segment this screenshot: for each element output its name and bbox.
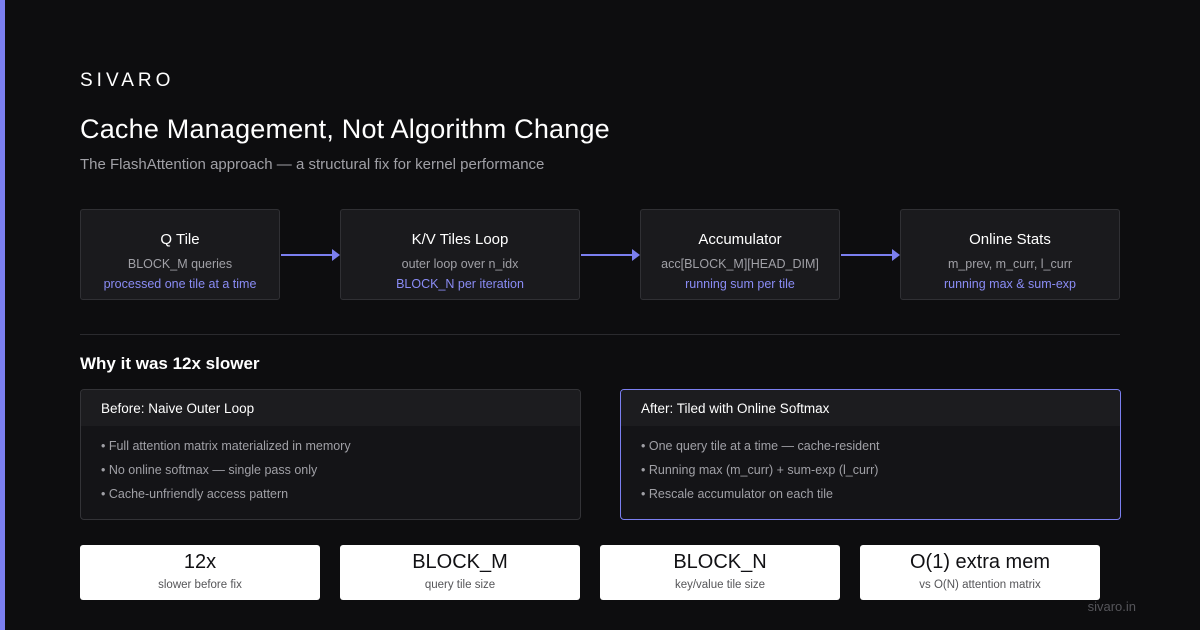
stat-label: vs O(N) attention matrix: [919, 579, 1041, 591]
stat-card-slowdown: 12x slower before fix: [80, 545, 320, 600]
stat-value: O(1) extra mem: [909, 551, 1051, 573]
flow-box-title: Online Stats: [969, 231, 1051, 248]
list-item: • Rescale accumulator on each tile: [641, 487, 833, 501]
after-panel-heading: After: Tiled with Online Softmax: [621, 390, 1120, 426]
after-list: • One query tile at a time — cache-resid…: [621, 426, 1120, 508]
flow-box-note: BLOCK_N per iteration: [396, 277, 524, 291]
list-item: • Full attention matrix materialized in …: [101, 439, 351, 453]
flow-box-title: Accumulator: [698, 231, 782, 248]
flow-arrow: [841, 249, 900, 261]
stat-label: key/value tile size: [674, 579, 766, 591]
before-panel-heading: Before: Naive Outer Loop: [81, 390, 580, 426]
list-item: • No online softmax — single pass only: [101, 463, 318, 477]
after-panel: After: Tiled with Online Softmax • One q…: [620, 389, 1121, 520]
flow-box-note: running max & sum-exp: [943, 277, 1076, 291]
flow-box-detail: BLOCK_M queries: [127, 257, 233, 271]
footer-url: sivaro.in: [1087, 599, 1136, 614]
flow-box-title: Q Tile: [160, 231, 200, 248]
flow-box-note: processed one tile at a time: [103, 277, 257, 291]
section-heading: Why it was 12x slower: [80, 354, 260, 373]
stat-card-memory: O(1) extra mem vs O(N) attention matrix: [860, 545, 1100, 600]
brand-logo: SIVARO: [80, 70, 175, 91]
flow-arrow: [581, 249, 640, 261]
flow-box-online-stats: Online Stats m_prev, m_curr, l_curr runn…: [900, 209, 1120, 300]
flow-box-note: running sum per tile: [685, 277, 795, 291]
flow-box-detail: m_prev, m_curr, l_curr: [947, 257, 1073, 271]
list-item: • One query tile at a time — cache-resid…: [641, 439, 880, 453]
list-item: • Cache-unfriendly access pattern: [101, 487, 289, 501]
flow-arrow: [281, 249, 340, 261]
accent-bar: [0, 0, 5, 630]
flow-box-title: K/V Tiles Loop: [411, 231, 509, 248]
flow-box-q-tile: Q Tile BLOCK_M queries processed one til…: [80, 209, 280, 300]
flow-box-detail: acc[BLOCK_M][HEAD_DIM]: [661, 257, 819, 271]
page-subtitle: The FlashAttention approach — a structur…: [80, 156, 545, 173]
stat-label: query tile size: [424, 579, 496, 591]
list-item: • Running max (m_curr) + sum-exp (l_curr…: [641, 463, 879, 477]
stat-label: slower before fix: [158, 579, 242, 591]
stat-card-block-m: BLOCK_M query tile size: [340, 545, 580, 600]
stat-card-block-n: BLOCK_N key/value tile size: [600, 545, 840, 600]
flow-box-accumulator: Accumulator acc[BLOCK_M][HEAD_DIM] runni…: [640, 209, 840, 300]
section-divider: [80, 334, 1120, 335]
before-list: • Full attention matrix materialized in …: [81, 426, 580, 508]
before-panel: Before: Naive Outer Loop • Full attentio…: [80, 389, 581, 520]
stat-value: BLOCK_N: [673, 551, 767, 573]
stat-value: 12x: [183, 551, 217, 573]
flow-box-kv-tiles-loop: K/V Tiles Loop outer loop over n_idx BLO…: [340, 209, 580, 300]
page-title: Cache Management, Not Algorithm Change: [80, 114, 610, 144]
flow-box-detail: outer loop over n_idx: [401, 257, 519, 271]
stat-value: BLOCK_M: [412, 551, 508, 573]
